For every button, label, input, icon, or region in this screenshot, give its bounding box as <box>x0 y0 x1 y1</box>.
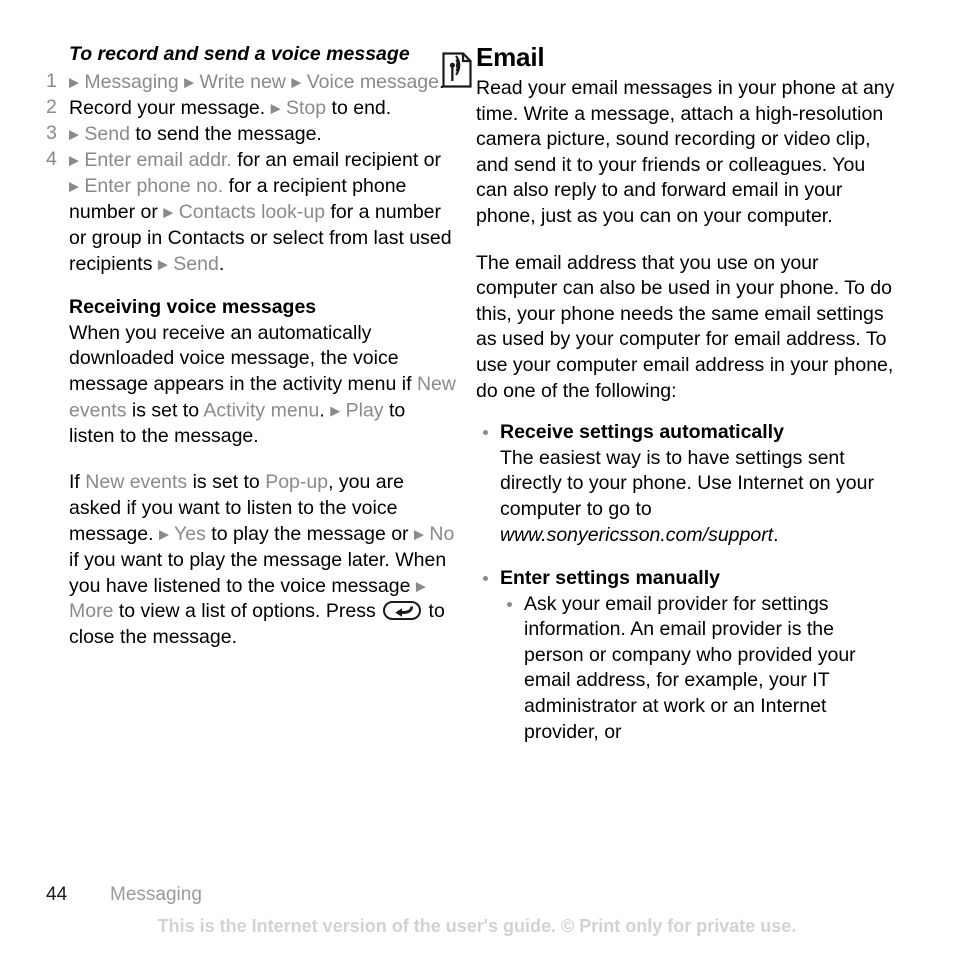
step-text: ▶ Messaging ▶ Write new ▶ Voice message. <box>69 71 444 93</box>
bullet-heading: Receive settings automatically <box>500 421 784 444</box>
menu-path-term: New events <box>85 471 188 494</box>
menu-path-term: Send <box>167 252 219 275</box>
menu-path-term: Messaging <box>79 70 185 93</box>
step-number: 4 <box>46 148 57 171</box>
list-item: Receive settings automatically The easie… <box>476 420 896 548</box>
plain-text: When you receive an automatically downlo… <box>69 321 417 396</box>
receiving-voice-messages-heading: Receiving voice messages <box>69 296 317 319</box>
plain-text: for an email recipient or <box>231 148 442 171</box>
menu-path-term: Play <box>340 399 384 422</box>
menu-path-term: Write new <box>194 70 292 93</box>
menu-arrow-icon: ▶ <box>184 74 195 89</box>
menu-arrow-icon: ▶ <box>158 526 169 542</box>
page-number: 44 <box>46 884 68 905</box>
plain-text: is set to <box>187 471 266 494</box>
menu-path-term: Contacts look-up <box>173 200 326 223</box>
menu-path-term: Enter phone no. <box>79 174 224 197</box>
list-item: Enter settings manually Ask your email p… <box>476 566 896 745</box>
menu-path-term: Stop <box>280 96 327 119</box>
step-number: 3 <box>46 122 57 145</box>
menu-path-term: Enter email addr. <box>79 148 232 171</box>
page-title: Email <box>476 42 545 72</box>
procedure-step: 2 Record your message. ▶ Stop to end. <box>46 95 456 121</box>
procedure-step: 3 ▶ Send to send the message. <box>46 121 456 147</box>
procedure-step-list: 1 ▶ Messaging ▶ Write new ▶ Voice messag… <box>46 69 456 277</box>
menu-arrow-icon: ▶ <box>69 126 79 142</box>
bullet-dot-icon <box>483 576 488 582</box>
menu-arrow-icon: ▶ <box>69 74 79 89</box>
manual-settings-sublist: Ask your email provider for settings inf… <box>500 592 896 746</box>
bullet-dot-icon <box>483 430 488 436</box>
step-number: 2 <box>46 96 57 119</box>
bullet-heading: Enter settings manually <box>500 567 720 590</box>
page-footer: 44 Messaging This is the Internet versio… <box>0 874 954 954</box>
left-column: To record and send a voice message 1 ▶ M… <box>46 42 456 650</box>
menu-path-term: More <box>69 600 114 623</box>
step-text: ▶ Enter email addr. for an email recipie… <box>69 149 452 275</box>
menu-arrow-icon: ▶ <box>69 152 79 168</box>
email-broadcast-icon <box>442 52 472 88</box>
menu-path-term: Activity menu <box>203 399 320 422</box>
menu-arrow-icon: ▶ <box>330 402 341 418</box>
right-column: Email Read your email messages in your p… <box>442 42 896 745</box>
plain-text: if you want to play the message later. W… <box>69 548 447 597</box>
manual-page: To record and send a voice message 1 ▶ M… <box>0 0 954 954</box>
plain-text: Record your message. <box>69 96 271 119</box>
bullet-dot-icon <box>507 601 512 607</box>
sub-bullet-text: Ask your email provider for settings inf… <box>524 592 856 743</box>
menu-path-term: Yes <box>168 523 206 545</box>
plain-text: to send the message. <box>129 122 322 145</box>
plain-text: . <box>319 399 331 422</box>
plain-text: is set to <box>126 399 204 422</box>
step-text: ▶ Send to send the message. <box>69 123 322 145</box>
procedure-step: 4 ▶ Enter email addr. for an email recip… <box>46 147 456 277</box>
menu-arrow-icon: ▶ <box>413 526 424 542</box>
footer-disclaimer: This is the Internet version of the user… <box>157 916 797 936</box>
step-text: Record your message. ▶ Stop to end. <box>69 97 391 119</box>
popup-behaviour-paragraph: If New events is set to Pop-up, you are … <box>69 470 456 650</box>
plain-text: . <box>218 252 225 275</box>
plain-text: The easiest way is to have settings sent… <box>500 446 874 520</box>
procedure-title: To record and send a voice message <box>69 43 410 65</box>
plain-text: . <box>773 523 779 546</box>
menu-path-term: No <box>423 523 455 545</box>
url-text: www.sonyericsson.com/support <box>500 523 774 546</box>
list-item: Ask your email provider for settings inf… <box>500 592 896 746</box>
menu-arrow-icon: ▶ <box>163 204 174 220</box>
menu-arrow-icon: ▶ <box>270 100 281 116</box>
email-intro-paragraph: Read your email messages in your phone a… <box>476 77 895 227</box>
menu-path-term: Pop-up <box>265 471 329 494</box>
footer-section-label: Messaging <box>110 884 202 905</box>
menu-arrow-icon: ▶ <box>69 178 79 194</box>
menu-path-term: Send <box>79 122 130 145</box>
step-number: 1 <box>46 70 57 92</box>
menu-arrow-icon: ▶ <box>157 256 168 272</box>
plain-text: to play the message or <box>205 523 414 545</box>
bullet-body-text: The easiest way is to have settings sent… <box>500 447 874 546</box>
plain-text: If <box>69 471 86 494</box>
procedure-step: 1 ▶ Messaging ▶ Write new ▶ Voice messag… <box>46 69 456 95</box>
email-section-header: Email <box>442 42 896 88</box>
menu-arrow-icon: ▶ <box>291 74 302 89</box>
back-key-icon <box>383 601 422 621</box>
menu-arrow-icon: ▶ <box>415 578 426 594</box>
menu-path-term: Voice message <box>301 70 439 93</box>
email-address-paragraph: The email address that you use on your c… <box>476 251 894 402</box>
plain-text: to view a list of options. Press <box>113 600 382 623</box>
plain-text: to end. <box>326 96 392 119</box>
receiving-voice-messages-paragraph: When you receive an automatically downlo… <box>69 321 456 449</box>
email-setup-options-list: Receive settings automatically The easie… <box>476 420 896 745</box>
